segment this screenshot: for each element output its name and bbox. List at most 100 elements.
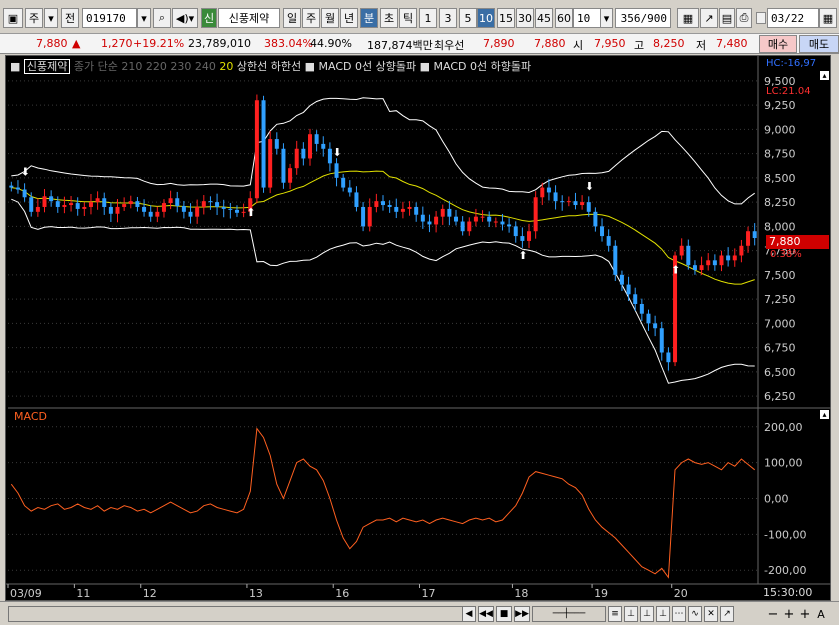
tick-icon[interactable]: ↗ <box>720 606 734 622</box>
interval-3[interactable]: 10 <box>477 8 495 28</box>
date-checkbox[interactable] <box>756 12 766 24</box>
candle-body <box>334 163 339 178</box>
legend-macd-down[interactable]: MACD 0선 하향돌파 <box>434 60 532 73</box>
crosshair-icon[interactable]: + <box>782 606 796 622</box>
candle-body <box>533 197 538 232</box>
stock-code-input[interactable]: 019170 <box>82 8 137 28</box>
candle-body <box>699 265 704 271</box>
speaker-icon[interactable]: ◀)▾ <box>172 8 198 28</box>
prev-button[interactable]: 전 <box>61 8 79 28</box>
count-dropdown-icon[interactable]: ▾ <box>600 8 613 28</box>
candle-body <box>400 208 405 212</box>
price-tick-label: 6,250 <box>764 390 796 403</box>
interval-7[interactable]: 60 <box>555 8 573 28</box>
price-tick-label: 9,250 <box>764 99 796 112</box>
period-3[interactable]: 년 <box>340 8 358 28</box>
candle-body <box>434 216 439 225</box>
price-tick-label: 9,000 <box>764 123 796 136</box>
candle-body <box>294 148 299 169</box>
align-icon[interactable]: ⊥ <box>640 606 654 622</box>
macd-expand-icon[interactable]: ▴ <box>820 410 829 419</box>
interval-5[interactable]: 30 <box>516 8 534 28</box>
current-price-tag: 7,880 <box>766 235 829 249</box>
period-4[interactable]: 분 <box>360 8 378 28</box>
hc-readout: HC:-16,97 <box>766 58 817 69</box>
legend-macd-up[interactable]: MACD 0선 상향돌파 <box>319 60 417 73</box>
stop-icon[interactable]: ■ <box>496 606 512 622</box>
bar-icon[interactable]: ⊥ <box>624 606 638 622</box>
candle-body <box>447 208 452 217</box>
scale-icon[interactable]: A <box>814 606 828 622</box>
candle-body <box>420 214 425 222</box>
calendar-icon[interactable]: ▦ <box>819 8 837 28</box>
legend-upper[interactable]: 상한선 <box>237 60 267 73</box>
trend-icon[interactable]: ↗ <box>700 8 718 28</box>
mode-select[interactable]: 주 <box>25 8 43 28</box>
code-dropdown-icon[interactable]: ▾ <box>137 8 151 28</box>
scrollbar-track[interactable] <box>8 606 464 622</box>
legend-ma[interactable]: 종가 단순 <box>74 60 118 73</box>
price-tick-label: 7,250 <box>764 293 796 306</box>
mode-dropdown-icon[interactable]: ▾ <box>44 8 58 28</box>
interval-6[interactable]: 45 <box>535 8 553 28</box>
grid-toggle-icon[interactable]: ⊥ <box>656 606 670 622</box>
chart-icon[interactable]: ▣ <box>3 8 23 28</box>
candle-body <box>168 198 173 204</box>
rewind-icon[interactable]: ◀◀ <box>478 606 494 622</box>
market-badge: 신 <box>201 8 217 28</box>
candle-body <box>102 198 107 207</box>
forward-icon[interactable]: ▶▶ <box>514 606 530 622</box>
candle-body <box>135 201 140 207</box>
macd-tick-label: 100,00 <box>764 457 803 470</box>
candle-body <box>148 211 153 217</box>
best-ask: 7,890 <box>483 37 515 50</box>
trade-value: 187,874백만 <box>367 39 433 52</box>
period-1[interactable]: 주 <box>302 8 320 28</box>
legend-stock-name[interactable]: 신풍제약 <box>23 59 71 74</box>
cross-icon[interactable]: ✕ <box>704 606 718 622</box>
sell-signal-arrow: ⬇ <box>21 165 30 178</box>
sell-button[interactable]: 매도 <box>799 35 839 53</box>
time-label: 11 <box>76 587 90 600</box>
period-5[interactable]: 초 <box>380 8 398 28</box>
candle-body <box>55 201 60 207</box>
upper-band-line <box>11 97 755 205</box>
candle-body <box>692 265 697 271</box>
wave-icon[interactable]: ∿ <box>688 606 702 622</box>
save-icon[interactable]: ▤ <box>719 8 735 28</box>
candle-body <box>274 139 279 149</box>
print-icon[interactable]: ⎙ <box>736 8 752 28</box>
tools-icon[interactable]: ▦ <box>677 8 699 28</box>
candle-body <box>593 211 598 227</box>
candle-body <box>228 208 233 210</box>
legend-lower[interactable]: 하한선 <box>271 60 301 73</box>
candle-body <box>75 203 80 209</box>
scroll-left-icon[interactable]: ◀ <box>462 606 476 622</box>
list-icon[interactable]: ≡ <box>608 606 622 622</box>
candle-body <box>540 187 545 198</box>
candle-body <box>706 260 711 266</box>
plus-icon[interactable]: + <box>798 606 812 622</box>
dots-icon[interactable]: ⋯ <box>672 606 686 622</box>
buy-button[interactable]: 매수 <box>759 35 797 53</box>
candle-body <box>454 216 459 222</box>
interval-1[interactable]: 3 <box>439 8 457 28</box>
minus-icon[interactable]: − <box>766 606 780 622</box>
interval-2[interactable]: 5 <box>459 8 477 28</box>
candle-body <box>520 236 525 241</box>
candle-body <box>321 143 326 149</box>
candle-body <box>659 328 664 353</box>
candle-body <box>161 203 166 212</box>
expand-icon[interactable]: ▴ <box>820 71 829 80</box>
candle-body <box>394 206 399 212</box>
date-input[interactable]: 03/22 <box>767 8 819 28</box>
period-2[interactable]: 월 <box>321 8 339 28</box>
chart-area[interactable]: ⬇ ⬆ ⬇ ⬆ ⬇ ⬆ 9,500 9,250 9,000 8,750 8,500 8,250 8,0… <box>5 55 832 601</box>
search-icon[interactable]: ⌕ <box>153 8 171 28</box>
interval-4[interactable]: 15 <box>497 8 515 28</box>
zoom-slider[interactable]: ──┼─── <box>532 606 606 622</box>
count-input[interactable]: 10 <box>573 8 601 28</box>
period-0[interactable]: 일 <box>283 8 301 28</box>
interval-0[interactable]: 1 <box>419 8 437 28</box>
period-6[interactable]: 틱 <box>399 8 417 28</box>
